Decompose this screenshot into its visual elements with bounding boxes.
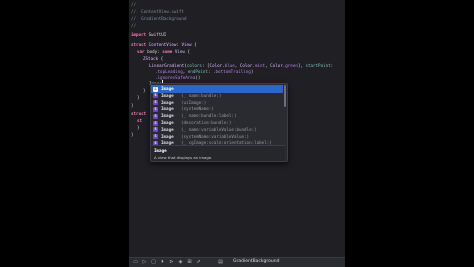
code-token: : — [330, 63, 334, 68]
code-token: () — [195, 75, 201, 80]
breakpoint-icon[interactable]: ⊳ — [168, 259, 175, 266]
code-token: // — [131, 23, 137, 28]
autocomplete-scrollbar[interactable] — [284, 85, 286, 107]
struct-badge-icon: S — [153, 106, 158, 112]
code-token: SwiftUI — [146, 32, 167, 37]
code-token: { — [184, 49, 190, 54]
detail-description: A view that displays an image. — [154, 155, 213, 160]
code-token: } — [137, 95, 140, 100]
code-token: { — [191, 42, 197, 47]
code-token: // — [131, 2, 137, 7]
code-token: var — [137, 49, 145, 54]
code-token: struct — [131, 111, 147, 116]
code-token: .bottomTrailing — [213, 69, 251, 74]
code-token: } — [143, 88, 146, 93]
struct-badge-icon: S — [153, 127, 158, 133]
autocomplete-popup[interactable]: S Image S Image (_ name:bundle:) S Image (uiIma… — [150, 83, 288, 162]
code-line[interactable]: // GradientBackground — [131, 15, 186, 23]
code-line[interactable]: // — [131, 22, 136, 30]
debug-icon[interactable]: ⏵ — [159, 259, 166, 266]
code-token: Color — [270, 63, 283, 68]
struct-badge-icon: S — [153, 100, 158, 106]
code-token: import — [131, 32, 147, 37]
detail-title: Image — [154, 148, 167, 153]
code-line[interactable]: } — [137, 94, 140, 102]
autocomplete-list[interactable]: S Image S Image (_ name:bundle:) S Image (uiIma… — [151, 84, 285, 145]
code-token: // GradientBackground — [131, 16, 187, 21]
autocomplete-detail: Image A view that displays an image. — [151, 145, 285, 161]
struct-badge-icon: S — [153, 93, 158, 99]
code-token: } — [131, 103, 134, 108]
code-token: st — [137, 118, 143, 123]
env-icon[interactable]: ⊞ — [186, 259, 193, 266]
code-line[interactable]: } — [131, 131, 134, 139]
code-token: some — [162, 49, 173, 54]
code-token: } — [137, 125, 140, 130]
code-line[interactable]: } — [143, 87, 146, 95]
code-line[interactable]: import SwiftUI — [131, 31, 166, 39]
struct-badge-icon: S — [153, 120, 158, 126]
code-token: View — [181, 42, 192, 47]
struct-badge-icon: S — [153, 86, 158, 92]
code-token: { — [158, 56, 164, 61]
sidebar-icon[interactable]: ▭ — [132, 259, 139, 266]
code-line[interactable]: } — [131, 102, 134, 110]
code-line[interactable]: } — [137, 124, 140, 132]
struct-badge-icon: S — [153, 113, 158, 119]
scheme-label: GradientBackground — [233, 259, 280, 264]
code-token: green — [285, 63, 298, 68]
location-icon[interactable]: ➚ — [195, 259, 202, 266]
code-token: mint — [254, 63, 266, 68]
code-token: } — [131, 132, 134, 137]
code-token: View — [174, 49, 185, 54]
code-token: body: — [144, 49, 163, 54]
stop-icon[interactable]: ▢ — [150, 259, 157, 266]
code-token: ContentView — [146, 42, 177, 47]
play-icon[interactable]: ▷ — [141, 259, 148, 266]
struct-badge-icon: S — [153, 134, 158, 140]
code-token: ) — [250, 69, 254, 74]
code-token: // ContentView.swift — [131, 9, 184, 14]
code-token: ZStack — [143, 56, 159, 61]
code-token: startPoint — [305, 63, 331, 68]
code-token: struct — [131, 42, 147, 47]
memory-icon[interactable]: ◈ — [177, 259, 184, 266]
file-icon[interactable]: ▤ — [217, 259, 224, 266]
